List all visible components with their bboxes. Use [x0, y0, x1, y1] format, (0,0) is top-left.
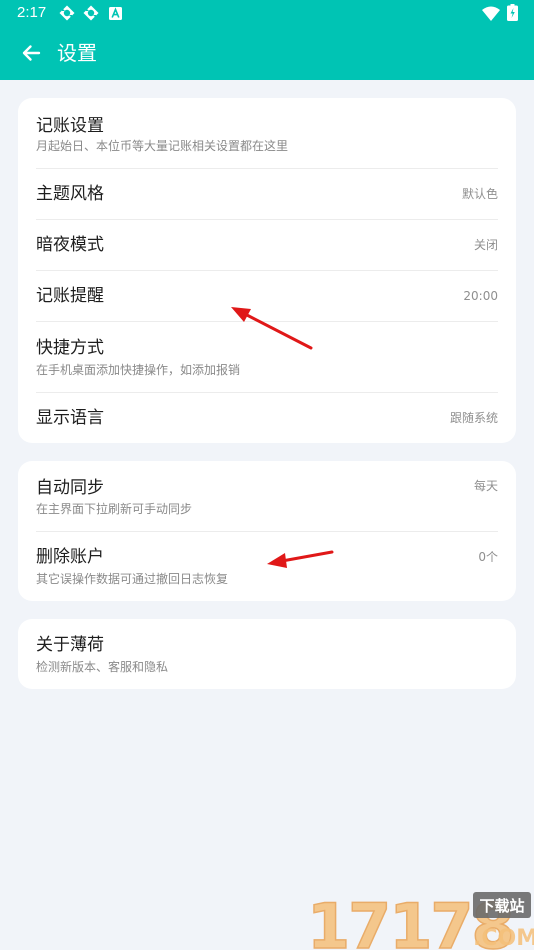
sync-icon	[59, 5, 75, 21]
row-subtitle: 月起始日、本位币等大量记账相关设置都在这里	[36, 139, 289, 153]
wifi-icon	[482, 6, 500, 21]
row-value: 跟随系统	[449, 411, 498, 425]
settings-group-data: 自动同步 在主界面下拉刷新可手动同步 每天 删除账户 其它误操作数据可通过撤回日…	[18, 461, 516, 601]
row-title: 记账设置	[36, 116, 104, 136]
settings-row-delete-account[interactable]: 删除账户 其它误操作数据可通过撤回日志恢复 0个	[36, 532, 498, 601]
svg-text:下载站: 下载站	[479, 897, 524, 915]
settings-row-shortcuts[interactable]: 快捷方式 在手机桌面添加快捷操作，如添加报销	[36, 322, 498, 392]
arrow-left-icon	[22, 45, 41, 61]
row-value: 20:00	[463, 289, 498, 303]
settings-group-about: 关于薄荷 检测新版本、客服和隐私	[18, 619, 516, 689]
row-subtitle: 在主界面下拉刷新可手动同步	[36, 502, 193, 516]
row-title: 记账提醒	[36, 286, 104, 306]
row-value: 关闭	[473, 238, 498, 252]
settings-row-language[interactable]: 显示语言 跟随系统	[36, 393, 498, 443]
status-bar: 2:17	[0, 0, 534, 26]
row-value: 默认色	[461, 187, 498, 201]
row-value: 每天	[473, 479, 498, 493]
row-title: 自动同步	[36, 478, 104, 498]
row-subtitle: 其它误操作数据可通过撤回日志恢复	[36, 572, 229, 586]
back-button[interactable]	[14, 36, 48, 70]
page-title: 设置	[57, 41, 97, 65]
row-title: 主题风格	[36, 184, 104, 204]
row-title: 快捷方式	[36, 338, 104, 358]
app-bar: 设置	[0, 26, 534, 80]
row-subtitle: 在手机桌面添加快捷操作，如添加报销	[36, 363, 241, 377]
row-title: 删除账户	[36, 547, 104, 567]
svg-text:.COM: .COM	[473, 926, 534, 950]
row-title: 暗夜模式	[36, 235, 104, 255]
settings-row-reminder[interactable]: 记账提醒 20:00	[36, 271, 498, 321]
row-value: 0个	[478, 550, 498, 564]
row-title: 关于薄荷	[36, 635, 104, 655]
settings-row-dark-mode[interactable]: 暗夜模式 关闭	[36, 220, 498, 270]
sync-icon	[83, 5, 99, 21]
settings-group-general: 记账设置 月起始日、本位币等大量记账相关设置都在这里 主题风格 默认色 暗夜模式…	[18, 98, 516, 443]
settings-row-auto-sync[interactable]: 自动同步 在主界面下拉刷新可手动同步 每天	[36, 461, 498, 531]
app-a-icon	[109, 7, 122, 20]
row-title: 显示语言	[36, 408, 104, 428]
settings-row-theme[interactable]: 主题风格 默认色	[36, 169, 498, 219]
battery-icon	[507, 4, 518, 21]
row-subtitle: 检测新版本、客服和隐私	[36, 660, 169, 674]
settings-row-bookkeeping[interactable]: 记账设置 月起始日、本位币等大量记账相关设置都在这里	[36, 98, 498, 168]
watermark-logo: 17178 下载站 .COM	[306, 889, 534, 950]
status-time: 2:17	[17, 4, 47, 21]
settings-row-about[interactable]: 关于薄荷 检测新版本、客服和隐私	[36, 619, 498, 689]
